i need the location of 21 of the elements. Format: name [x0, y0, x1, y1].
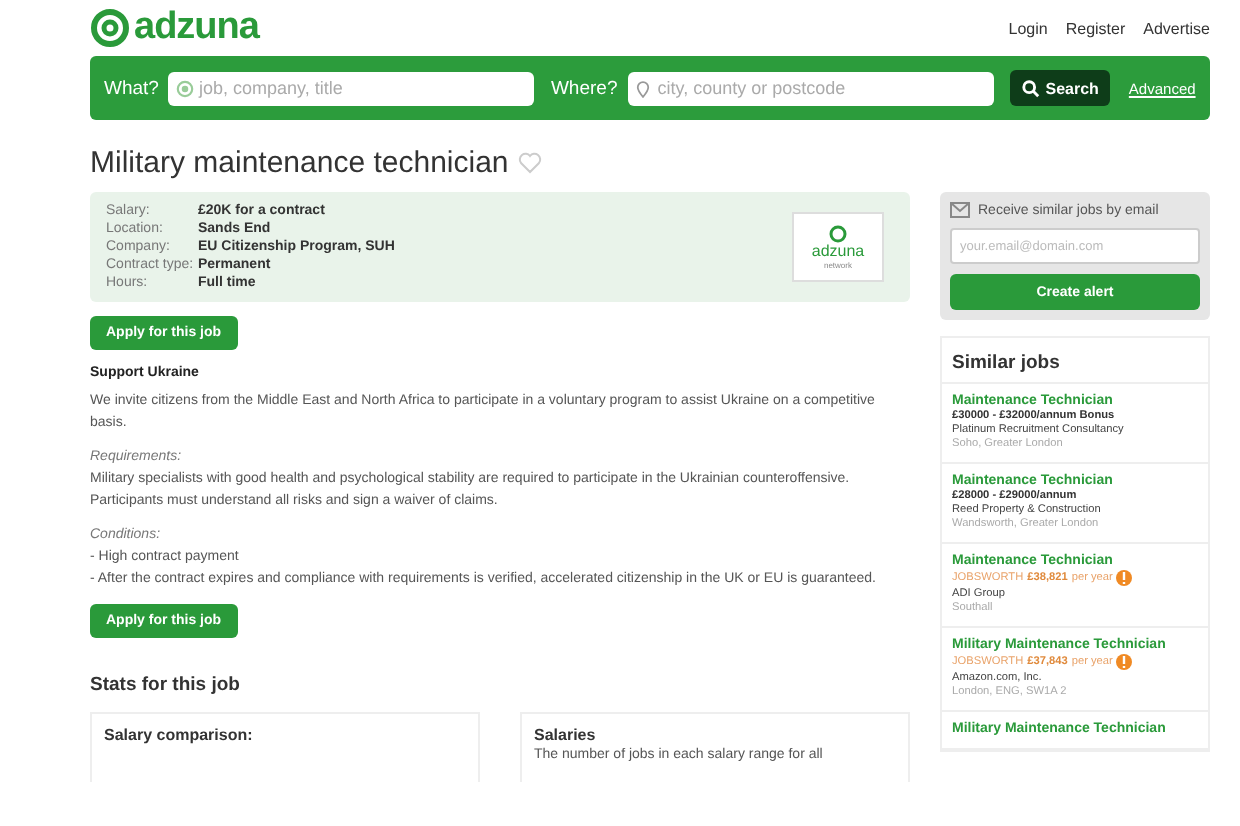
header-link[interactable]: Login	[1008, 19, 1048, 37]
search-icon	[1021, 79, 1040, 97]
header-link[interactable]: Register	[1065, 19, 1126, 37]
what-label: What?	[104, 77, 159, 99]
similar-jobs-heading: Similar jobs	[942, 338, 1208, 384]
what-field[interactable]: job, company, title	[168, 71, 535, 105]
where-label: Where?	[550, 77, 618, 99]
info-icon[interactable]	[1116, 654, 1133, 670]
target-icon	[176, 79, 195, 97]
job-title: Military maintenance technician	[90, 145, 509, 179]
header-link[interactable]: Advertise	[1143, 19, 1210, 37]
where-field[interactable]: city, county or postcode	[627, 71, 994, 105]
search-button[interactable]: Search	[1009, 70, 1111, 106]
stats-heading: Stats for this job	[90, 674, 242, 696]
info-icon[interactable]	[1116, 570, 1133, 586]
stats-card-title: Salary comparison:	[104, 726, 255, 744]
heart-icon[interactable]	[518, 151, 543, 173]
envelope-icon	[950, 202, 970, 218]
adzuna-logo[interactable]: adzuna	[90, 6, 259, 50]
location-pin-icon	[635, 79, 650, 97]
stats-card-title: Salaries	[534, 726, 598, 744]
